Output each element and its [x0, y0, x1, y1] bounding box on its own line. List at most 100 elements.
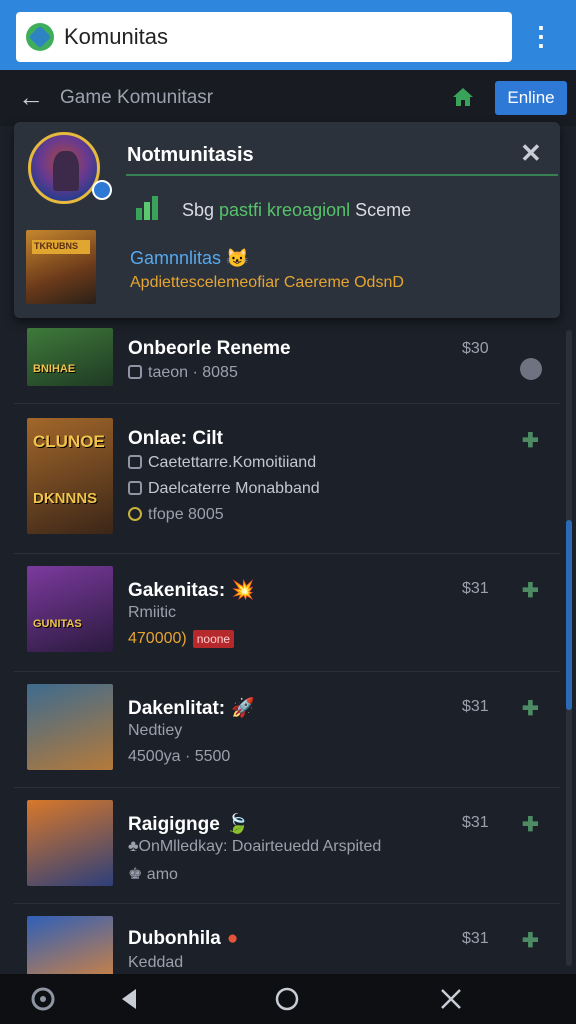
message-highlight: pastfi kreoagionl	[219, 200, 356, 220]
game-thumbnail[interactable]	[27, 916, 113, 974]
notification-card[interactable]: Notmunitasis ✕ Sbg pastfi kreoagionl Sce…	[14, 122, 560, 318]
title-emoji-icon: 💥	[231, 580, 255, 601]
game-title: Dakenlitat: 🚀	[128, 696, 255, 720]
game-title: Onbeorle Reneme	[128, 338, 291, 360]
edit-icon	[128, 481, 142, 495]
game-price: $30	[462, 340, 489, 357]
detail-text: Keddad	[128, 954, 184, 971]
nav-back-icon[interactable]	[116, 984, 142, 1014]
game-title-text: Onbeorle Reneme	[128, 338, 291, 359]
scrollbar[interactable]	[566, 330, 572, 966]
game-thumbnail[interactable]: GUNITAS	[27, 566, 113, 652]
list-item[interactable]: Raigignge 🍃 ♣OnMlledkay: Doairteuedd Arspi…	[14, 788, 560, 904]
game-thumbnail[interactable]	[27, 684, 113, 770]
add-icon[interactable]: ✚	[522, 428, 539, 453]
game-price: $31	[462, 930, 489, 947]
game-detail-line: Caetettarre.Komoitiiand	[128, 454, 316, 472]
add-icon[interactable]: ✚	[522, 812, 539, 837]
game-detail-line: Keddad	[128, 954, 183, 972]
notification-thumbnail[interactable]: TKRUBNS	[26, 230, 96, 304]
add-icon[interactable]: ✚	[522, 578, 539, 603]
game-title-text: Onlae: Cilt	[128, 428, 224, 449]
system-nav-bar	[0, 974, 576, 1024]
game-title-text: Dubonhila	[128, 928, 221, 949]
back-arrow-icon[interactable]: ←	[18, 82, 44, 113]
detail-text: Caetettarre.Komoitiiand	[148, 454, 317, 471]
address-text: Komunitas	[64, 24, 168, 49]
nav-home-icon[interactable]	[273, 984, 301, 1014]
list-item[interactable]: Dubonhila ● Keddad $31 ✚	[14, 904, 560, 974]
online-button[interactable]: Enline	[495, 81, 567, 115]
game-detail-line: Nedtiey	[128, 722, 182, 740]
notification-link[interactable]: Gamnnlitas 😺	[130, 248, 248, 269]
game-detail-line: taeon · 8085	[128, 364, 238, 382]
close-icon[interactable]: ✕	[520, 138, 542, 169]
thumbnail-label: CLUNOE	[33, 432, 105, 451]
game-detail-line: Daelcaterre Monabband	[128, 480, 320, 498]
game-title: Dubonhila ●	[128, 928, 238, 950]
title-emoji-icon: 🍃	[225, 814, 250, 835]
game-detail-line: tfope 8005	[128, 506, 224, 524]
home-icon[interactable]	[452, 86, 474, 108]
more-options-icon[interactable]	[520, 358, 542, 380]
avatar	[28, 132, 100, 204]
thumbnail-label: GUNITAS	[33, 618, 82, 630]
list-item[interactable]: CLUNOE DKNNNS Onlae: Cilt Caetettarre.Komoi…	[14, 404, 560, 554]
add-icon[interactable]: ✚	[522, 696, 539, 721]
kebab-menu-icon[interactable]: ⋮	[528, 22, 554, 50]
game-list: BNIHAE Onbeorle Reneme taeon · 8085 $30 CLUN…	[0, 318, 576, 974]
game-detail-line: ♣OnMlledkay: Doairteuedd Arspited	[128, 838, 381, 856]
scrollbar-thumb[interactable]	[566, 520, 572, 710]
detail-text: 470000)	[128, 630, 187, 647]
detail-text: tfope 8005	[148, 506, 224, 523]
thumbnail-label: TKRUBNS	[34, 241, 78, 251]
edit-icon	[128, 365, 142, 379]
game-thumbnail[interactable]	[27, 800, 113, 886]
address-bar[interactable]: Komunitas	[16, 12, 512, 62]
game-price: $31	[462, 814, 489, 831]
message-suffix: Sceme	[355, 200, 412, 220]
detail-text: 4500ya · 5500	[128, 748, 231, 765]
detail-text: Rmiitic	[128, 604, 176, 621]
nav-close-icon[interactable]	[438, 984, 464, 1014]
game-title-text: Raigignge	[128, 814, 220, 835]
game-price: $31	[462, 698, 489, 715]
game-detail-line: 470000) noone	[128, 630, 235, 648]
detail-text: Daelcaterre Monabband	[148, 480, 320, 497]
detail-text: ♣OnMlledkay: Doairteuedd Arspited	[128, 838, 382, 855]
game-price: $31	[462, 580, 489, 597]
thumbnail-label: DKNNNS	[33, 490, 98, 507]
detail-text: Nedtiey	[128, 722, 183, 739]
game-detail-line: ♚ amo	[128, 864, 178, 884]
game-title-text: Gakenitas:	[128, 580, 226, 601]
assistant-icon[interactable]	[30, 984, 56, 1014]
divider	[126, 174, 558, 176]
notification-title: Notmunitasis	[127, 144, 254, 166]
notification-subtitle: Apdiettescelemeofiar Caereme OdsnD	[130, 274, 404, 291]
status-badge	[92, 180, 112, 200]
status-badge: noone	[192, 630, 235, 648]
edit-icon	[128, 455, 142, 469]
list-item[interactable]: BNIHAE Onbeorle Reneme taeon · 8085 $30	[14, 318, 560, 404]
title-emoji-icon: 🚀	[231, 698, 255, 719]
stats-icon	[136, 196, 158, 220]
detail-text: ♚ amo	[128, 866, 178, 883]
notification-message: Sbg pastfi kreoagionl Sceme	[182, 200, 411, 221]
game-detail-line: 4500ya · 5500	[128, 748, 230, 766]
thumbnail-label: BNIHAE	[33, 363, 76, 375]
list-item[interactable]: GUNITAS Gakenitas: 💥 Rmiitic 470000) noone $31…	[14, 554, 560, 672]
list-item[interactable]: Dakenlitat: 🚀 Nedtiey 4500ya · 5500 $31 ✚	[14, 672, 560, 788]
page-title: Game Komunitasr	[60, 87, 214, 108]
cat-emoji-icon: 😺	[226, 248, 249, 268]
add-icon[interactable]: ✚	[522, 928, 539, 953]
detail-text: taeon · 8085	[148, 364, 238, 381]
game-thumbnail[interactable]: CLUNOE DKNNNS	[27, 418, 113, 534]
game-title-text: Dakenlitat:	[128, 698, 226, 719]
site-logo-icon	[26, 23, 54, 51]
game-title: Raigignge 🍃	[128, 812, 250, 836]
game-title: Onlae: Cilt	[128, 428, 223, 450]
browser-bar: Komunitas ⋮	[0, 0, 576, 70]
game-thumbnail[interactable]: BNIHAE	[27, 328, 113, 386]
game-title: Gakenitas: 💥	[128, 578, 255, 602]
message-prefix: Sbg	[182, 200, 220, 220]
